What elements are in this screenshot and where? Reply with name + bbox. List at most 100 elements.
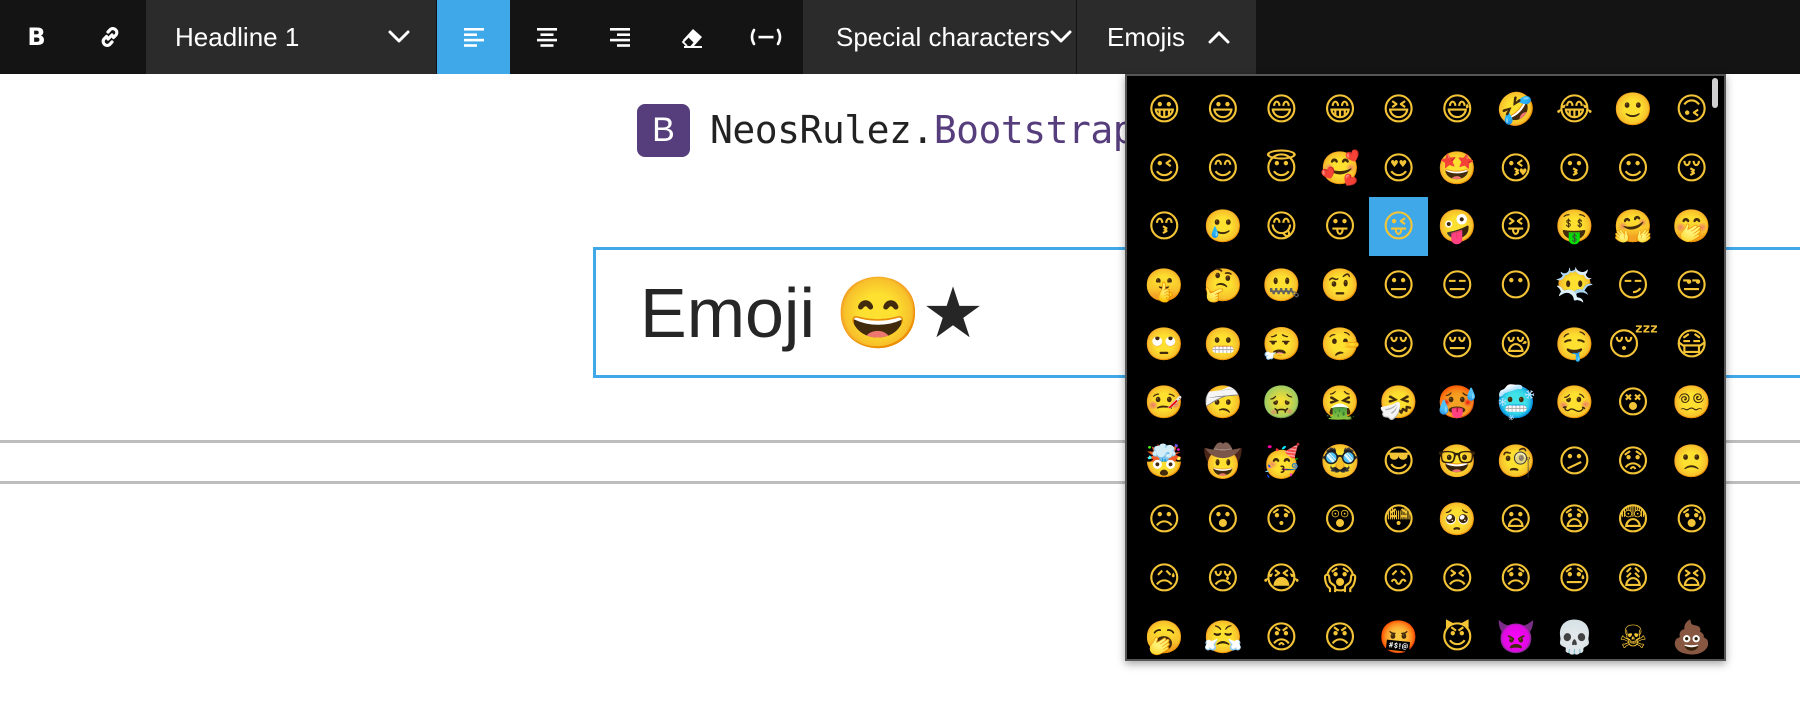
emoji-picker-scrollbar[interactable] — [1712, 78, 1718, 108]
emoji-option[interactable]: 😏 — [1604, 256, 1663, 315]
emoji-option[interactable]: 😩 — [1604, 549, 1663, 608]
special-characters-dropdown[interactable]: Special characters — [802, 0, 1077, 74]
emoji-option[interactable]: 😊 — [1194, 139, 1253, 198]
emoji-option[interactable]: 😘 — [1487, 139, 1546, 198]
emoji-option[interactable]: 👿 — [1487, 607, 1546, 659]
emoji-option[interactable]: 🥸 — [1311, 432, 1370, 491]
emoji-option[interactable]: 🤪 — [1428, 197, 1487, 256]
emoji-option[interactable]: 🥶 — [1487, 373, 1546, 432]
emoji-option[interactable]: 😮 — [1194, 490, 1253, 549]
emoji-option[interactable]: 😬 — [1194, 314, 1253, 373]
emoji-option[interactable]: 😆 — [1369, 80, 1428, 139]
emoji-option[interactable]: 🥳 — [1252, 432, 1311, 491]
emoji-option[interactable]: 🥲 — [1194, 197, 1253, 256]
emoji-option[interactable]: 😡 — [1252, 607, 1311, 659]
emoji-option[interactable]: 🤨 — [1311, 256, 1370, 315]
emoji-option[interactable]: 🤩 — [1428, 139, 1487, 198]
emoji-option[interactable]: 🥱 — [1135, 607, 1194, 659]
emoji-option[interactable]: 😖 — [1369, 549, 1428, 608]
emoji-option[interactable]: 😯 — [1252, 490, 1311, 549]
emoji-option[interactable]: 😚 — [1662, 139, 1721, 198]
emoji-option[interactable]: 🥴 — [1545, 373, 1604, 432]
emoji-option[interactable]: 😧 — [1545, 490, 1604, 549]
align-left-button[interactable] — [437, 0, 510, 74]
emoji-option[interactable]: 😇 — [1252, 139, 1311, 198]
emoji-option[interactable]: 🤐 — [1252, 256, 1311, 315]
emoji-option[interactable]: 💀 — [1545, 607, 1604, 659]
emoji-option[interactable]: 😙 — [1135, 197, 1194, 256]
emoji-option[interactable]: 😄 — [1252, 80, 1311, 139]
emoji-option[interactable]: 😭 — [1252, 549, 1311, 608]
emoji-option[interactable]: 😰 — [1662, 490, 1721, 549]
emoji-option[interactable]: 🤤 — [1545, 314, 1604, 373]
emoji-option[interactable]: 😅 — [1428, 80, 1487, 139]
emoji-option[interactable]: 💩 — [1662, 607, 1721, 659]
site-brand[interactable]: B NeosRulez.Bootstrap — [637, 103, 1136, 157]
emoji-option[interactable]: 🥰 — [1311, 139, 1370, 198]
emoji-option[interactable]: 😎 — [1369, 432, 1428, 491]
emoji-option[interactable]: 🤬 — [1369, 607, 1428, 659]
emoji-option[interactable]: 😤 — [1194, 607, 1253, 659]
emoji-option[interactable]: 🥺 — [1428, 490, 1487, 549]
emoji-option[interactable]: 🙁 — [1662, 432, 1721, 491]
link-button[interactable] — [73, 0, 146, 74]
emoji-option[interactable]: 😟 — [1604, 432, 1663, 491]
emoji-option[interactable]: 😉 — [1135, 139, 1194, 198]
align-right-button[interactable] — [583, 0, 656, 74]
emoji-option[interactable]: 🤮 — [1311, 373, 1370, 432]
placeholder-insert-button[interactable] — [729, 0, 802, 74]
emoji-option[interactable]: 🧐 — [1487, 432, 1546, 491]
emoji-option[interactable]: 😋 — [1252, 197, 1311, 256]
emoji-option[interactable]: 🤧 — [1369, 373, 1428, 432]
emoji-option[interactable]: 🙂 — [1604, 80, 1663, 139]
emoji-option[interactable]: 😂 — [1545, 80, 1604, 139]
emoji-option[interactable]: 😴 — [1604, 314, 1663, 373]
emoji-option[interactable]: 😫 — [1662, 549, 1721, 608]
emoji-option[interactable]: 😝 — [1487, 197, 1546, 256]
emoji-option[interactable]: 😔 — [1428, 314, 1487, 373]
emoji-option[interactable]: 😦 — [1487, 490, 1546, 549]
emoji-option[interactable]: 😶‍🌫️ — [1545, 256, 1604, 315]
emoji-option[interactable]: 🥵 — [1428, 373, 1487, 432]
emoji-option[interactable]: 😜 — [1369, 197, 1428, 256]
emoji-option[interactable]: 😒 — [1662, 256, 1721, 315]
emoji-option[interactable]: 😀 — [1135, 80, 1194, 139]
emoji-option[interactable]: 🤣 — [1487, 80, 1546, 139]
emoji-option[interactable]: 🤭 — [1662, 197, 1721, 256]
emoji-option[interactable]: 😮‍💨 — [1252, 314, 1311, 373]
emoji-option[interactable]: 😠 — [1311, 607, 1370, 659]
heading-style-select[interactable]: Headline 1 — [146, 0, 437, 74]
emoji-option[interactable]: 🤕 — [1194, 373, 1253, 432]
emoji-option[interactable]: ☺ — [1604, 139, 1663, 198]
emoji-option[interactable]: 🤑 — [1545, 197, 1604, 256]
emoji-option[interactable]: 😁 — [1311, 80, 1370, 139]
headline-text[interactable]: Emoji 😄★ — [640, 268, 984, 358]
emoji-option[interactable]: 😱 — [1311, 549, 1370, 608]
bold-button[interactable]: B — [0, 0, 73, 74]
emoji-option[interactable]: 🤥 — [1311, 314, 1370, 373]
emoji-option[interactable]: 🤓 — [1428, 432, 1487, 491]
emojis-dropdown[interactable]: Emojis — [1077, 0, 1257, 74]
emoji-option[interactable]: 🤔 — [1194, 256, 1253, 315]
emoji-option[interactable]: 😢 — [1194, 549, 1253, 608]
emoji-option[interactable]: 😈 — [1428, 607, 1487, 659]
emoji-option[interactable]: 😓 — [1545, 549, 1604, 608]
emoji-option[interactable]: 😑 — [1428, 256, 1487, 315]
emoji-option[interactable]: 😕 — [1545, 432, 1604, 491]
emoji-option[interactable]: 😞 — [1487, 549, 1546, 608]
emoji-option[interactable]: 😪 — [1487, 314, 1546, 373]
emoji-option[interactable]: 😵 — [1604, 373, 1663, 432]
emoji-option[interactable]: 🙄 — [1135, 314, 1194, 373]
emoji-option[interactable]: 🤠 — [1194, 432, 1253, 491]
emoji-option[interactable]: 🤗 — [1604, 197, 1663, 256]
emoji-option[interactable]: 😨 — [1604, 490, 1663, 549]
emoji-option[interactable]: 😐 — [1369, 256, 1428, 315]
emoji-option[interactable]: ☹ — [1135, 490, 1194, 549]
emoji-option[interactable]: 😃 — [1194, 80, 1253, 139]
emoji-option[interactable]: 😍 — [1369, 139, 1428, 198]
emoji-option[interactable]: 😷 — [1662, 314, 1721, 373]
emoji-option[interactable]: 😵‍💫 — [1662, 373, 1721, 432]
emoji-option[interactable]: 😲 — [1311, 490, 1370, 549]
emoji-option[interactable]: 🤫 — [1135, 256, 1194, 315]
emoji-option[interactable]: 🤯 — [1135, 432, 1194, 491]
